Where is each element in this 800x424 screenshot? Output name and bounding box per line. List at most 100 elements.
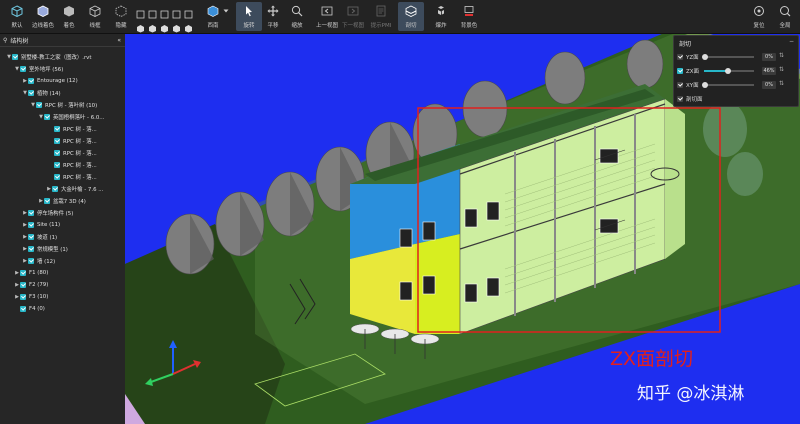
tree-node[interactable]: ▶ Entourage (12) <box>22 76 78 86</box>
checkbox[interactable] <box>44 198 50 204</box>
checkbox[interactable] <box>28 210 34 216</box>
toolbar-label: 背景色 <box>460 23 478 29</box>
tree-node[interactable]: RPC 树 - 落... <box>54 124 97 134</box>
checkbox[interactable] <box>54 126 60 132</box>
checkbox[interactable] <box>28 78 34 84</box>
rotate-button[interactable]: 旋转 <box>236 2 262 31</box>
hide-button[interactable]: 隐藏 <box>108 2 134 31</box>
checkbox[interactable] <box>20 282 26 288</box>
pmi-button[interactable]: 提示PMI <box>368 2 394 31</box>
tree-node[interactable]: F4 (0) <box>14 304 45 314</box>
checkbox[interactable] <box>36 102 42 108</box>
edge-shading-button[interactable]: 边线着色 <box>30 2 56 31</box>
tree-node[interactable]: ▶ 坡道 (1) <box>22 232 57 242</box>
view-left-icon[interactable] <box>160 4 170 19</box>
tree-node[interactable]: ▼ RPC 树 - 落叶树 (10) <box>30 100 97 110</box>
checkbox[interactable] <box>20 270 26 276</box>
view-ne-icon[interactable] <box>148 18 158 33</box>
tree-node[interactable]: ▶ 大金叶榆 - 7.6 ... <box>46 184 103 194</box>
shading-button[interactable]: 着色 <box>56 2 82 31</box>
default-view-button[interactable]: 默认 <box>4 2 30 31</box>
tree-node-label: F1 (80) <box>29 270 49 276</box>
checkbox[interactable] <box>20 294 26 300</box>
section-panel-title: 剖切 <box>679 41 692 48</box>
checkbox[interactable] <box>28 90 34 96</box>
structure-tree-panel: ⚲ 结构树 « ▼ 别墅楼-教工之家（图改）.rvt ▼ 室外地坪 (56) ▶ En… <box>0 34 126 424</box>
tree-node-label: Site (11) <box>37 222 61 228</box>
tree-node[interactable]: ▶ F1 (80) <box>14 268 48 278</box>
tree-node[interactable]: ▼ 别墅楼-教工之家（图改）.rvt <box>6 52 91 62</box>
tree-node[interactable]: ▶ F3 (10) <box>14 292 48 302</box>
xy-flip-icon[interactable]: ⇅ <box>779 80 784 87</box>
zx-checkbox[interactable] <box>677 68 683 74</box>
checkbox[interactable] <box>20 306 26 312</box>
view-se-icon[interactable] <box>172 18 182 33</box>
section-plane-toggle[interactable]: 剖切面 <box>677 94 703 104</box>
toolbar-label: 平移 <box>267 23 279 29</box>
zx-slider[interactable] <box>704 68 754 74</box>
minimize-icon[interactable]: − <box>789 38 794 45</box>
tree-node[interactable]: RPC 树 - 落... <box>54 160 97 170</box>
yz-value[interactable]: 0% <box>762 53 776 61</box>
xy-value[interactable]: 0% <box>762 81 776 89</box>
tree-node[interactable]: ▶ 常规模型 (1) <box>22 244 68 254</box>
tree-node[interactable]: ▶ 盆栽7 3D (4) <box>38 196 86 206</box>
reset-button[interactable]: 复位 <box>746 2 772 31</box>
checkbox[interactable] <box>52 186 58 192</box>
background-color-button[interactable]: 背景色 <box>456 2 482 31</box>
tree-node[interactable]: ▼ 英国梧桐落叶 - 6.0... <box>38 112 104 122</box>
yz-flip-icon[interactable]: ⇅ <box>779 52 784 59</box>
yz-checkbox[interactable] <box>677 54 683 60</box>
tree-node-label: RPC 树 - 落... <box>63 139 97 145</box>
explode-button[interactable]: 爆炸 <box>428 2 454 31</box>
tree-node[interactable]: ▶ 停车场构件 (5) <box>22 208 73 218</box>
yz-slider[interactable] <box>702 54 754 60</box>
tree-node[interactable]: RPC 树 - 落... <box>54 136 97 146</box>
tree-node[interactable]: ▼ 室外地坪 (56) <box>14 64 63 74</box>
view-sw-icon[interactable] <box>184 18 194 33</box>
view-bottom-icon[interactable] <box>136 18 146 33</box>
checkbox[interactable] <box>28 258 34 264</box>
view-top-icon[interactable] <box>136 4 146 19</box>
checkbox[interactable] <box>28 234 34 240</box>
collapse-icon[interactable]: « <box>117 37 121 44</box>
chevron-down-icon <box>219 4 233 18</box>
view-back-icon[interactable] <box>184 4 194 19</box>
view-dropdown[interactable] <box>222 2 230 31</box>
checkbox[interactable] <box>12 54 18 60</box>
xy-slider[interactable] <box>702 82 754 88</box>
xy-slider-thumb[interactable] <box>702 82 708 88</box>
section-plane-checkbox[interactable] <box>677 96 683 102</box>
view-front-icon[interactable] <box>148 4 158 19</box>
xy-checkbox[interactable] <box>677 82 683 88</box>
global-button[interactable]: 全局 <box>772 2 798 31</box>
zx-slider-thumb[interactable] <box>725 68 731 74</box>
checkbox[interactable] <box>54 150 60 156</box>
zoom-button[interactable]: 缩放 <box>284 2 310 31</box>
section-button[interactable]: 剖切 <box>398 2 424 31</box>
tree-node[interactable]: ▶ F2 (79) <box>14 280 48 290</box>
checkbox[interactable] <box>28 246 34 252</box>
checkbox[interactable] <box>20 66 26 72</box>
tree-node[interactable]: RPC 树 - 落... <box>54 172 97 182</box>
zx-flip-icon[interactable]: ⇅ <box>779 66 784 73</box>
tree-node[interactable]: RPC 树 - 落... <box>54 148 97 158</box>
checkbox[interactable] <box>54 174 60 180</box>
previous-view-button[interactable]: 上一视图 <box>314 2 340 31</box>
tree-node[interactable]: ▶ 墙 (12) <box>22 256 55 266</box>
tree-node[interactable]: ▶ Site (11) <box>22 220 60 230</box>
zx-value[interactable]: 46% <box>762 67 776 75</box>
checkbox[interactable] <box>54 162 60 168</box>
checkbox[interactable] <box>44 114 50 120</box>
pan-button[interactable]: 平移 <box>260 2 286 31</box>
checkbox[interactable] <box>28 222 34 228</box>
checkbox[interactable] <box>54 138 60 144</box>
tree-node[interactable]: ▼ 植物 (14) <box>22 88 61 98</box>
toolbar-label: 默认 <box>11 23 23 29</box>
wireframe-button[interactable]: 线框 <box>82 2 108 31</box>
yz-slider-thumb[interactable] <box>702 54 708 60</box>
tree-node-label: RPC 树 - 落... <box>63 175 97 181</box>
next-view-button[interactable]: 下一视图 <box>340 2 366 31</box>
view-right-icon[interactable] <box>172 4 182 19</box>
view-nw-icon[interactable] <box>160 18 170 33</box>
